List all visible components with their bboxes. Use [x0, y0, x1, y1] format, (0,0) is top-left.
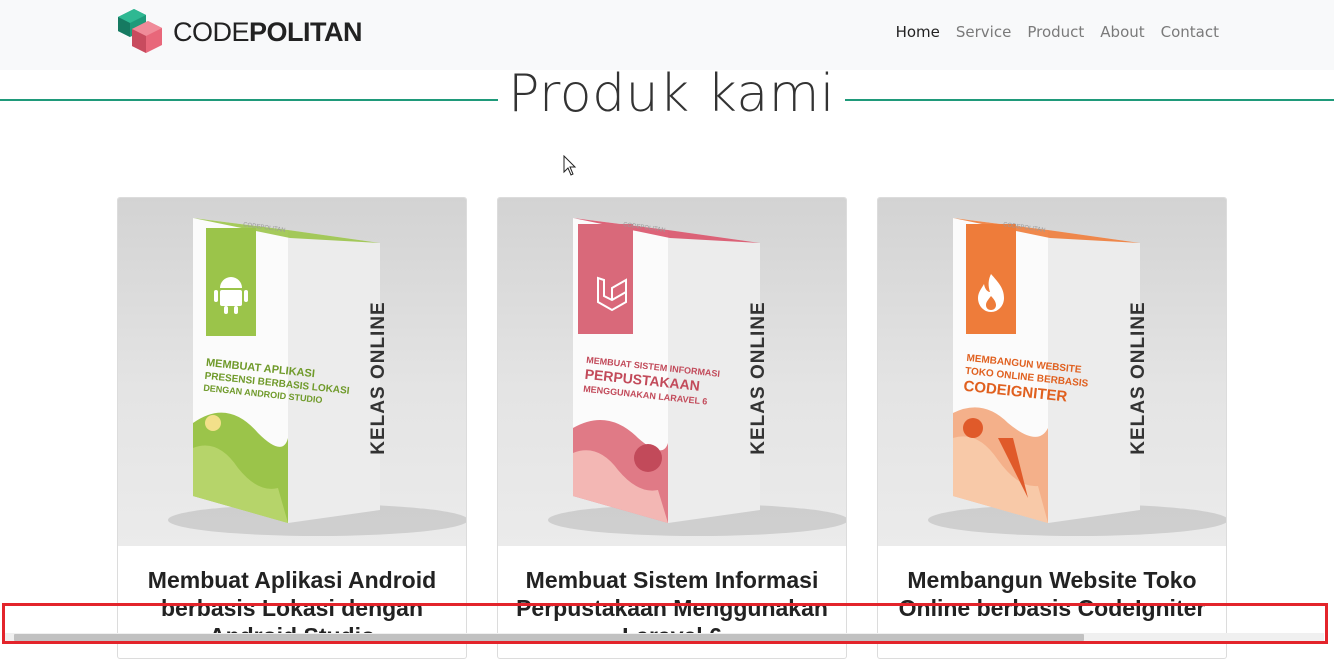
- highlight-box: [2, 603, 1328, 644]
- product-card[interactable]: KELAS ONLINE CODEPOLITAN MEMBUAT SISTEM …: [497, 197, 847, 659]
- title-divider-left: [0, 99, 498, 101]
- product-box-illustration: KELAS ONLINE CODEPOLITAN MEMBUAT SISTEM …: [548, 218, 846, 536]
- nav-contact[interactable]: Contact: [1161, 22, 1219, 42]
- title-divider-right: [845, 99, 1334, 101]
- brand-name-bold: POLITAN: [249, 16, 363, 47]
- product-box-illustration: KELAS ONLINE CODEPOLITAN MEMBUAT APLIKAS…: [168, 218, 466, 536]
- mouse-cursor-icon: [563, 155, 577, 176]
- brand-logo[interactable]: CODEPOLITAN: [116, 8, 363, 56]
- product-card[interactable]: KELAS ONLINE CODEPOLITAN MEMBUAT APLIKAS…: [117, 197, 467, 659]
- product-image[interactable]: KELAS ONLINE CODEPOLITAN MEMBANGUN WEBSI…: [878, 198, 1226, 546]
- product-card[interactable]: KELAS ONLINE CODEPOLITAN MEMBANGUN WEBSI…: [877, 197, 1227, 659]
- nav-service[interactable]: Service: [956, 22, 1011, 42]
- product-image[interactable]: KELAS ONLINE CODEPOLITAN MEMBUAT APLIKAS…: [118, 198, 466, 546]
- box-side-text: KELAS ONLINE: [748, 301, 769, 454]
- nav-about[interactable]: About: [1100, 22, 1144, 42]
- brand-name-light: CODE: [173, 16, 250, 47]
- product-image[interactable]: KELAS ONLINE CODEPOLITAN MEMBUAT SISTEM …: [498, 198, 846, 546]
- product-box-illustration: KELAS ONLINE CODEPOLITAN MEMBANGUN WEBSI…: [928, 218, 1226, 536]
- box-side-text: KELAS ONLINE: [1128, 301, 1149, 454]
- main-nav: Home Service Product About Contact: [880, 22, 1219, 42]
- nav-product[interactable]: Product: [1027, 22, 1084, 42]
- codepolitan-logo-icon: [118, 9, 162, 53]
- section-title: Produk kami: [508, 64, 835, 124]
- brand-name: CODEPOLITAN: [173, 16, 363, 48]
- box-side-text: KELAS ONLINE: [368, 301, 389, 454]
- nav-home[interactable]: Home: [896, 22, 940, 42]
